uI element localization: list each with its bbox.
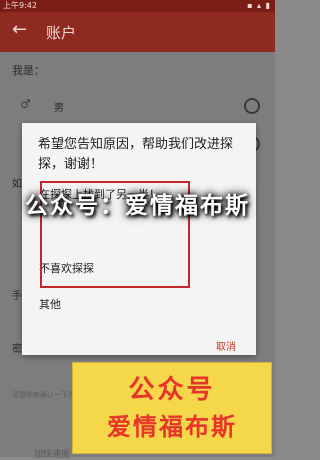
status-bar: 上午9:42 ▪ ▴ ▮	[0, 0, 275, 12]
cancel-button[interactable]: 取消	[216, 338, 236, 353]
watermark-text: 公众号：爱情福布斯	[25, 193, 250, 219]
cut-label-2: 手	[12, 291, 22, 302]
status-icons: ▪ ▴ ▮	[247, 1, 271, 10]
cut-label-3: 密	[12, 344, 22, 355]
page-title: 账户	[46, 24, 77, 42]
male-radio[interactable]	[244, 98, 260, 114]
bottom-link[interactable]: 加快速度	[34, 447, 70, 460]
app-bar: ← 账户	[0, 12, 275, 52]
banner-line-2: 爱情福布斯	[107, 413, 237, 441]
i-am-label: 我是：	[12, 64, 45, 77]
banner-line-1: 公众号	[128, 375, 216, 405]
status-time: 上午9:42	[3, 1, 37, 10]
male-icon: ♂	[20, 97, 31, 111]
male-label[interactable]: 男	[54, 99, 64, 114]
back-arrow-icon[interactable]: ←	[12, 19, 27, 40]
promo-banner: 公众号 爱情福布斯	[72, 362, 272, 454]
dialog-option-other[interactable]: 其他	[39, 296, 61, 312]
dialog-title: 希望您告知原因，帮助我们改进探探，谢谢！	[38, 137, 234, 172]
